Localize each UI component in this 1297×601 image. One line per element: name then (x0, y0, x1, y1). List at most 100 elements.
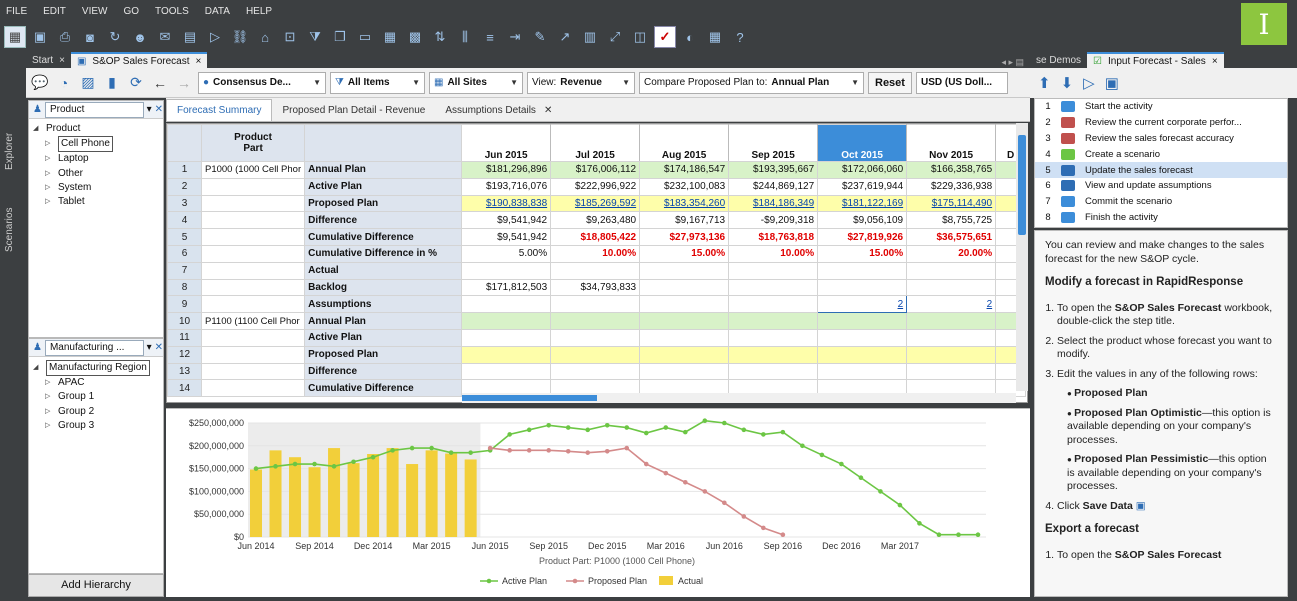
help-icon[interactable]: ? (729, 26, 751, 48)
value-cell[interactable]: $174,186,547 (639, 161, 730, 179)
value-cell[interactable] (461, 261, 552, 280)
tab-scroll-arrows-icon[interactable]: ◂ ▸ ▤ (995, 57, 1030, 68)
menu-edit[interactable]: EDIT (43, 6, 66, 17)
menu-data[interactable]: DATA (205, 6, 230, 17)
value-cell[interactable] (817, 362, 908, 381)
menu-tools[interactable]: TOOLS (155, 6, 189, 17)
value-cell[interactable] (817, 261, 908, 280)
step-item[interactable]: 4 Create a scenario (1035, 146, 1287, 162)
sites-select[interactable]: ▦ All Sites ▼ (429, 71, 523, 94)
value-cell[interactable] (461, 328, 552, 347)
reset-button[interactable]: Reset (868, 71, 912, 94)
menu-view[interactable]: VIEW (82, 6, 108, 17)
scroll-thumb[interactable] (462, 395, 597, 401)
value-cell[interactable]: $27,973,136 (639, 228, 730, 246)
dropdown-icon[interactable]: ▾ (147, 342, 152, 353)
value-cell[interactable]: $176,006,112 (550, 161, 641, 179)
value-cell[interactable]: $9,263,480 (550, 211, 641, 230)
step-item[interactable]: 2 Review the current corporate perfor... (1035, 115, 1287, 131)
close-icon[interactable]: ✕ (155, 104, 163, 115)
cell-link[interactable]: $190,838,838 (486, 198, 547, 209)
step-item[interactable]: 3 Review the sales forecast accuracy (1035, 131, 1287, 147)
value-cell[interactable] (639, 328, 730, 347)
value-cell[interactable] (906, 328, 997, 347)
link-icon[interactable]: ⛓ (229, 26, 251, 48)
cell-link[interactable]: $175,114,490 (932, 198, 992, 209)
close-icon[interactable]: ✕ (155, 342, 163, 353)
back-arrow-icon[interactable]: ← (150, 73, 170, 93)
month-header[interactable]: Jun 2015 (461, 124, 552, 162)
expand-icon[interactable]: ▷ (45, 152, 53, 166)
cell-link[interactable]: $185,269,592 (575, 198, 636, 209)
value-cell[interactable]: $34,793,833 (550, 278, 641, 297)
value-cell[interactable]: $27,819,926 (817, 228, 908, 246)
value-cell[interactable] (550, 295, 641, 314)
collapse-icon[interactable]: ◢ (33, 122, 41, 136)
tree-item-cell-phone[interactable]: ▷ Cell Phone (33, 136, 163, 153)
value-cell[interactable]: $175,114,490 (906, 194, 997, 213)
tree-item-other[interactable]: ▷ Other (33, 167, 163, 181)
value-cell[interactable]: $229,336,938 (906, 177, 997, 196)
value-cell[interactable] (461, 295, 552, 314)
discussion-icon[interactable]: ◔ (54, 73, 74, 93)
columns-icon[interactable]: ⫼ (454, 26, 476, 48)
value-cell[interactable] (728, 295, 819, 314)
filter-icon[interactable]: ⧩ (304, 26, 326, 48)
value-cell[interactable]: $18,805,422 (550, 228, 641, 246)
tab-forecast-summary[interactable]: Forecast Summary (166, 99, 273, 121)
explorer-vtab[interactable]: Explorer (4, 133, 15, 170)
window-icon[interactable]: ◫ (629, 26, 651, 48)
align-icon[interactable]: ≡ (479, 26, 501, 48)
table-icon[interactable]: ▩ (404, 26, 426, 48)
print-icon[interactable]: ⎙ (54, 26, 76, 48)
value-cell[interactable] (550, 328, 641, 347)
picture-icon[interactable]: ▨ (78, 73, 98, 93)
collapse-icon[interactable]: ◢ (33, 361, 41, 375)
tab-assumptions-details[interactable]: Assumptions Details ✕ (435, 99, 562, 121)
value-cell[interactable] (461, 362, 552, 381)
month-header-selected[interactable]: Oct 2015 (817, 124, 908, 162)
clipboard-icon[interactable]: ▭ (354, 26, 376, 48)
value-cell[interactable]: $18,763,818 (728, 228, 819, 246)
scenarios-vtab[interactable]: Scenarios (4, 208, 15, 252)
tree-item-system[interactable]: ▷ System (33, 181, 163, 195)
value-cell[interactable] (817, 278, 908, 297)
value-cell[interactable]: 10.00% (550, 244, 641, 263)
month-header[interactable]: Jul 2015 (550, 124, 641, 162)
cell-link[interactable]: $181,122,169 (842, 198, 903, 209)
tree-item-group-3[interactable]: ▷ Group 3 (33, 419, 163, 433)
value-cell[interactable]: $237,619,944 (817, 177, 908, 196)
tree-item-apac[interactable]: ▷ APAC (33, 376, 163, 390)
value-cell[interactable] (461, 345, 552, 364)
value-cell[interactable] (817, 312, 908, 330)
value-cell[interactable]: $185,269,592 (550, 194, 641, 213)
step-item[interactable]: 1 Start the activity (1035, 99, 1287, 115)
value-cell[interactable]: $9,541,942 (461, 211, 552, 230)
value-cell[interactable] (639, 295, 730, 314)
value-cell[interactable] (906, 278, 997, 297)
tab-input-forecast[interactable]: ☑ Input Forecast - Sales × (1087, 52, 1224, 68)
add-hierarchy-button[interactable]: Add Hierarchy (28, 574, 164, 597)
value-cell[interactable] (639, 345, 730, 364)
copy-icon[interactable]: ❐ (329, 26, 351, 48)
value-cell[interactable]: $9,541,942 (461, 228, 552, 246)
tab-proposed-plan-detail[interactable]: Proposed Plan Detail - Revenue (272, 99, 435, 121)
cell-link[interactable]: $183,354,260 (664, 198, 725, 209)
value-cell[interactable] (550, 261, 641, 280)
tree-item-group-1[interactable]: ▷ Group 1 (33, 390, 163, 404)
product-hierarchy-select[interactable]: Product (44, 101, 144, 118)
calculator-icon[interactable]: ▦ (704, 26, 726, 48)
expand-icon[interactable]: ▷ (45, 167, 53, 181)
value-cell[interactable]: 20.00% (906, 244, 997, 263)
value-cell[interactable]: 2 (817, 295, 908, 314)
tree-item-group-2[interactable]: ▷ Group 2 (33, 405, 163, 419)
value-cell[interactable]: $9,056,109 (817, 211, 908, 230)
value-cell[interactable]: $8,755,725 (906, 211, 997, 230)
value-cell[interactable] (550, 362, 641, 381)
down-arrow-icon[interactable]: ⬇ (1061, 74, 1074, 92)
value-cell[interactable]: $183,354,260 (639, 194, 730, 213)
tab-start[interactable]: Start × (26, 52, 71, 68)
value-cell[interactable] (461, 312, 552, 330)
chat-icon[interactable]: 💬 (30, 73, 50, 93)
value-cell[interactable]: 15.00% (639, 244, 730, 263)
